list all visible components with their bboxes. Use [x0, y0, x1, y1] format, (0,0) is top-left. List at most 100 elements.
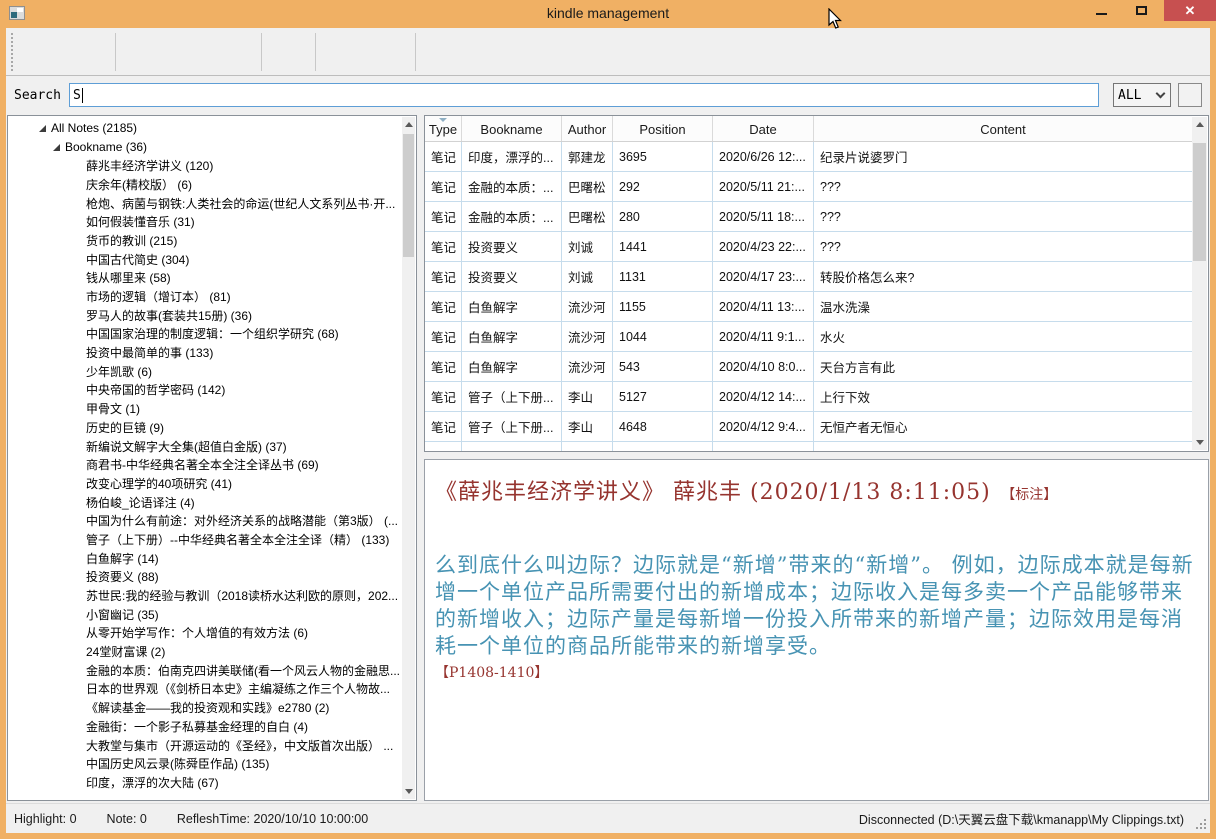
search-action-button[interactable]	[1178, 83, 1202, 107]
tree-item-label: 投资中最简单的事 (133)	[86, 344, 213, 361]
scroll-up-icon[interactable]	[402, 117, 415, 132]
table-cell: 笔记	[425, 262, 462, 291]
table-cell: 流沙河	[562, 322, 613, 351]
tree-item[interactable]: 中央帝国的哲学密码 (142)	[8, 381, 402, 400]
table-row[interactable]: 笔记印度，漂浮的...郭建龙36952020/6/26 12:...纪录片说婆罗…	[425, 142, 1192, 172]
column-header-label: Position	[639, 122, 685, 137]
tree-item-label: 日本的世界观（《剑桥日本史》主编凝练之作三个人物故...	[86, 680, 390, 697]
table-cell: 白鱼解字	[462, 322, 562, 351]
tree-item[interactable]: 中国古代简史 (304)	[8, 250, 402, 269]
table-scrollbar-thumb[interactable]	[1193, 143, 1206, 261]
resize-grip[interactable]	[1196, 819, 1206, 829]
tree-item[interactable]: 管子（上下册）--中华经典名著全本全注全译（精） (133)	[8, 530, 402, 549]
titlebar[interactable]: kindle management ✕	[0, 0, 1216, 28]
tree-item[interactable]: All Notes (2185)	[8, 119, 402, 138]
tree-item[interactable]: 枪炮、病菌与钢铁:人类社会的命运(世纪人文系列丛书·开...	[8, 194, 402, 213]
table-row[interactable]: 笔记投资要义刘诚14412020/4/23 22:...???	[425, 232, 1192, 262]
tree-item[interactable]: 钱从哪里来 (58)	[8, 269, 402, 288]
tree-item[interactable]: 薛兆丰经济学讲义 (120)	[8, 156, 402, 175]
table-row[interactable]: 笔记投资要义刘诚11312020/4/17 23:...转股价格怎么来?	[425, 262, 1192, 292]
tree-scrollbar-thumb[interactable]	[403, 134, 414, 257]
tree-item[interactable]: 投资要义 (88)	[8, 568, 402, 587]
tree-item-label: 中央帝国的哲学密码 (142)	[86, 381, 225, 398]
tree-item[interactable]: 中国国家治理的制度逻辑：一个组织学研究 (68)	[8, 325, 402, 344]
tree-item[interactable]: 甲骨文 (1)	[8, 399, 402, 418]
toolbar-separator	[315, 33, 316, 71]
tree-item[interactable]: 如何假装懂音乐 (31)	[8, 212, 402, 231]
tree-item[interactable]: 改变心理学的40项研究 (41)	[8, 474, 402, 493]
table-row[interactable]: 笔记白鱼解字流沙河11552020/4/11 13:...温水洗澡	[425, 292, 1192, 322]
status-reflesh-time: RefleshTime: 2020/10/10 10:00:00	[177, 812, 368, 826]
tree-item[interactable]: 日本的世界观（《剑桥日本史》主编凝练之作三个人物故...	[8, 680, 402, 699]
maximize-button[interactable]	[1126, 0, 1156, 21]
tree-item[interactable]: 苏世民:我的经验与教训（2018读桥水达利欧的原则，202...	[8, 586, 402, 605]
tree-item[interactable]: 新编说文解字大全集(超值白金版) (37)	[8, 437, 402, 456]
tree-item[interactable]: 印度，漂浮的次大陆 (67)	[8, 773, 402, 792]
column-header-type[interactable]: Type	[425, 116, 462, 141]
status-note-count: Note: 0	[107, 812, 147, 826]
table-row[interactable]: 笔记金融的本质：...巴曙松2802020/5/11 18:...???	[425, 202, 1192, 232]
table-scrollbar[interactable]	[1192, 117, 1207, 450]
tree-item[interactable]: 金融的本质：伯南克四讲美联储(看一个风云人物的金融思...	[8, 661, 402, 680]
expander-icon[interactable]	[39, 125, 46, 132]
table-row[interactable]: 笔记白鱼解字流沙河5432020/4/10 8:0...天台方言有此	[425, 352, 1192, 382]
table-row[interactable]: 笔记白鱼解字流沙河10442020/4/11 9:1...水火	[425, 322, 1192, 352]
column-header-bookname[interactable]: Bookname	[462, 116, 562, 141]
toolbar-separator	[115, 33, 116, 71]
table-cell: 2020/4/12 14:...	[713, 382, 814, 411]
scroll-down-icon[interactable]	[1192, 435, 1207, 450]
toolbar-grip[interactable]	[11, 33, 13, 71]
tree-item[interactable]: 中国为什么有前途：对外经济关系的战略潜能（第3版） (...	[8, 511, 402, 530]
tree-item-label: 印度，漂浮的次大陆 (67)	[86, 774, 219, 791]
close-button[interactable]: ✕	[1164, 0, 1216, 21]
tree-item[interactable]: 市场的逻辑（增订本） (81)	[8, 287, 402, 306]
tree-item[interactable]: 24堂财富课 (2)	[8, 642, 402, 661]
column-header-position[interactable]: Position	[613, 116, 713, 141]
tree-item[interactable]: 庆余年(精校版） (6)	[8, 175, 402, 194]
tree-item[interactable]: 货币的教训 (215)	[8, 231, 402, 250]
search-input[interactable]: S	[69, 83, 1099, 107]
tree-item-label: 中国历史风云录(陈舜臣作品) (135)	[86, 755, 269, 772]
expander-icon[interactable]	[53, 144, 60, 151]
tree-item[interactable]: 白鱼解字 (14)	[8, 549, 402, 568]
tree-item[interactable]: 罗马人的故事(套装共15册) (36)	[8, 306, 402, 325]
search-input-value: S	[73, 88, 81, 103]
main-area: All Notes (2185)Bookname (36)薛兆丰经济学讲义 (1…	[6, 114, 1210, 803]
table-cell: 543	[613, 352, 713, 381]
table-row[interactable]: 笔记管子（上下册...李山46482020/4/12 9:4...无恒产者无恒心	[425, 412, 1192, 442]
scroll-down-icon[interactable]	[402, 784, 415, 799]
toolbar[interactable]	[6, 28, 1210, 76]
tree-item[interactable]: 金融街：一个影子私募基金经理的自白 (4)	[8, 717, 402, 736]
table-row[interactable]: 笔记金融的本质：...巴曙松2922020/5/11 21:...???	[425, 172, 1192, 202]
table-cell: 上行下效	[814, 382, 1192, 411]
column-header-author[interactable]: Author	[562, 116, 613, 141]
tree-item[interactable]: 《解读基金——我的投资观和实践》e2780 (2)	[8, 698, 402, 717]
tree-item[interactable]: 投资中最简单的事 (133)	[8, 343, 402, 362]
tree-item[interactable]: 中国历史风云录(陈舜臣作品) (135)	[8, 754, 402, 773]
minimize-button[interactable]	[1086, 0, 1116, 21]
table-cell: 投资要义	[462, 262, 562, 291]
filter-selected-value: ALL	[1118, 88, 1141, 103]
tree-item[interactable]: 从零开始学写作：个人增值的有效方法 (6)	[8, 624, 402, 643]
tree-item[interactable]: 杨伯峻_论语译注 (4)	[8, 493, 402, 512]
table-cell: 转股价格怎么来?	[814, 262, 1192, 291]
column-header-content[interactable]: Content	[814, 116, 1192, 141]
table-cell: 2020/5/11 21:...	[713, 172, 814, 201]
table-row[interactable]: 笔记管子（上下册...李山45772020/4/12 9:4...萧规曹随	[425, 442, 1192, 451]
tree-scrollbar[interactable]	[402, 117, 415, 799]
tree-item[interactable]: 商君书-中华经典名著全本全注全译丛书 (69)	[8, 455, 402, 474]
tree-item[interactable]: 历史的巨镜 (9)	[8, 418, 402, 437]
tree-item-label: 货币的教训 (215)	[86, 232, 177, 249]
scroll-up-icon[interactable]	[1192, 117, 1207, 132]
table-cell: 水火	[814, 322, 1192, 351]
tree-item[interactable]: 小窗幽记 (35)	[8, 605, 402, 624]
tree-item[interactable]: 少年凯歌 (6)	[8, 362, 402, 381]
table-cell: 管子（上下册...	[462, 442, 562, 451]
table-row[interactable]: 笔记管子（上下册...李山51272020/4/12 14:...上行下效	[425, 382, 1192, 412]
column-header-date[interactable]: Date	[713, 116, 814, 141]
tree-item[interactable]: Bookname (36)	[8, 138, 402, 157]
table-cell: 2020/4/23 22:...	[713, 232, 814, 261]
filter-dropdown[interactable]: ALL	[1113, 83, 1171, 107]
tree-item[interactable]: 大教堂与集市（开源运动的《圣经》，中文版首次出版） ...	[8, 736, 402, 755]
note-detail-panel: 《薛兆丰经济学讲义》 薛兆丰 (2020/1/13 8:11:05) 【标注】 …	[424, 459, 1209, 801]
